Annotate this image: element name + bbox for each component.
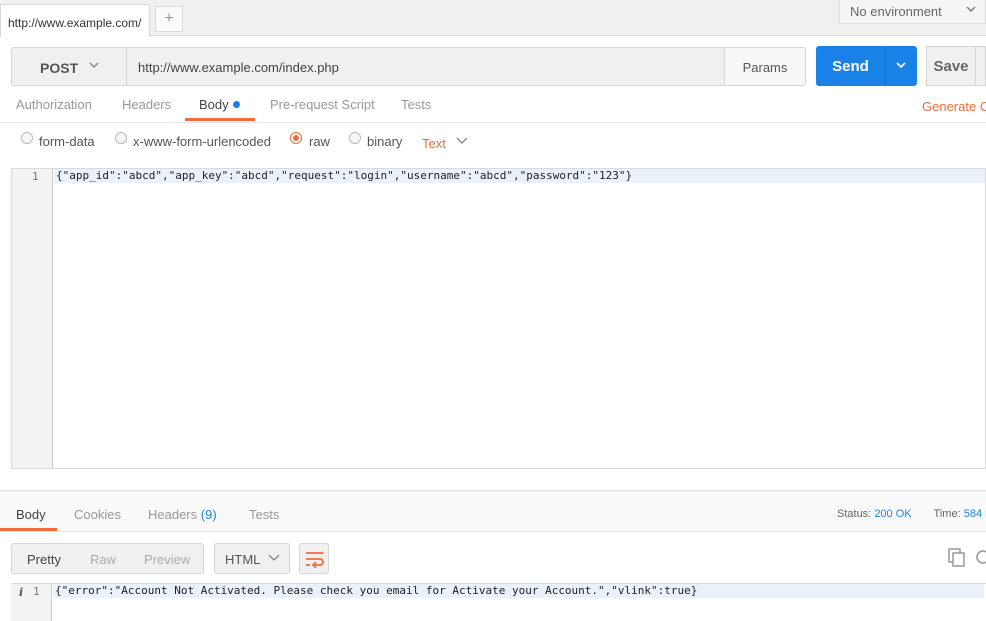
headers-count-badge: (9) xyxy=(200,507,217,522)
chevron-down-icon xyxy=(965,3,977,18)
form-data-label: form-data xyxy=(39,134,95,149)
raw-button[interactable]: Raw xyxy=(90,552,116,567)
chevron-down-icon xyxy=(267,550,281,567)
response-body-editor[interactable]: i 1 {"error":"Account Not Activated. Ple… xyxy=(11,583,986,621)
tab-headers[interactable]: Headers xyxy=(122,97,171,112)
tab-authorization[interactable]: Authorization xyxy=(16,97,92,112)
raw-label: raw xyxy=(309,134,330,149)
response-meta: Status: 200 OK Time: 584 r xyxy=(837,508,986,520)
format-label: HTML xyxy=(225,552,261,567)
search-icon[interactable] xyxy=(974,548,986,568)
line-number: 1 xyxy=(33,585,40,598)
line-gutter: 1 xyxy=(12,169,53,468)
request-body-editor[interactable]: 1 {"app_id":"abcd","app_key":"abcd","req… xyxy=(11,168,986,469)
status-value[interactable]: 200 OK xyxy=(874,508,911,520)
wrap-icon xyxy=(305,550,325,571)
time-value[interactable]: 584 r xyxy=(964,508,986,520)
send-button[interactable]: Send xyxy=(816,46,885,86)
wrap-lines-button[interactable] xyxy=(299,543,329,574)
tab-body[interactable]: Body xyxy=(199,97,240,112)
response-body-code[interactable]: {"error":"Account Not Activated. Please … xyxy=(53,584,984,598)
request-body-code[interactable]: {"app_id":"abcd","app_key":"abcd","reque… xyxy=(54,169,985,183)
response-format-select[interactable]: HTML xyxy=(214,543,290,574)
raw-radio[interactable] xyxy=(290,132,302,144)
environment-label: No environment xyxy=(850,4,942,19)
response-tab-headers-label: Headers xyxy=(148,507,198,522)
line-gutter: i 1 xyxy=(11,584,52,621)
chevron-down-icon xyxy=(88,58,100,74)
binary-radio[interactable] xyxy=(349,132,361,144)
line-number: 1 xyxy=(32,170,39,183)
binary-label: binary xyxy=(367,134,403,149)
active-tab-indicator xyxy=(185,118,255,121)
response-tab-headers[interactable]: Headers (9) xyxy=(148,507,217,522)
url-input[interactable]: http://www.example.com/index.php xyxy=(127,47,725,86)
environment-select[interactable]: No environment xyxy=(839,0,986,24)
chevron-down-icon xyxy=(895,59,907,74)
chevron-down-icon[interactable] xyxy=(455,133,469,150)
params-button[interactable]: Params xyxy=(724,47,806,86)
active-tab-indicator xyxy=(0,528,57,531)
save-options-button[interactable] xyxy=(976,46,986,86)
urlencoded-radio[interactable] xyxy=(115,132,127,144)
tab-tests[interactable]: Tests xyxy=(401,97,431,112)
method-select[interactable]: POST xyxy=(11,47,127,86)
pretty-button[interactable]: Pretty xyxy=(27,552,61,567)
preview-button[interactable]: Preview xyxy=(144,552,190,567)
tab-body-label: Body xyxy=(199,97,229,112)
response-tab-tests[interactable]: Tests xyxy=(249,507,279,522)
new-tab-button[interactable]: + xyxy=(155,6,183,32)
modified-dot-icon xyxy=(232,101,240,108)
generate-code-link[interactable]: Generate Co xyxy=(922,99,986,114)
tab-pre-request-script[interactable]: Pre-request Script xyxy=(270,97,375,112)
response-tab-cookies[interactable]: Cookies xyxy=(74,507,121,522)
status-label: Status: xyxy=(837,508,872,520)
request-tab-active[interactable]: http://www.example.com/ xyxy=(0,4,150,37)
send-options-button[interactable] xyxy=(885,46,917,86)
copy-icon[interactable] xyxy=(948,548,966,568)
raw-type-select[interactable]: Text xyxy=(422,136,446,151)
time-label: Time: xyxy=(933,508,961,520)
info-icon: i xyxy=(19,586,24,599)
save-button[interactable]: Save xyxy=(926,46,976,86)
urlencoded-label: x-www-form-urlencoded xyxy=(133,134,271,149)
form-data-radio[interactable] xyxy=(21,132,33,144)
method-label: POST xyxy=(40,60,79,76)
response-tab-body[interactable]: Body xyxy=(16,507,46,522)
